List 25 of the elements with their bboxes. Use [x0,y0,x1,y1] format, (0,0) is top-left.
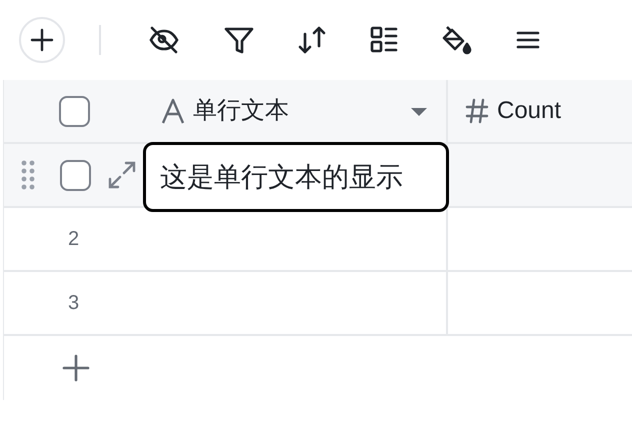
filter-icon[interactable] [224,26,254,54]
plus-icon [30,28,54,52]
plus-icon [62,354,90,382]
dropdown-caret-icon[interactable] [410,107,428,117]
hide-fields-icon[interactable] [148,26,180,54]
drag-handle-icon[interactable] [21,160,35,190]
add-row-button[interactable] [62,354,90,382]
table-cell[interactable] [141,272,448,336]
table-cell[interactable] [448,144,632,208]
number-field-icon [465,98,489,124]
expand-icon[interactable] [108,161,136,189]
row-number: 2 [68,227,80,252]
paint-bucket-icon[interactable] [442,25,472,55]
text-field-icon [161,98,185,124]
table-cell[interactable] [141,208,448,272]
column-header[interactable]: 单行文本 [193,93,289,129]
checkbox[interactable] [60,160,91,190]
add-button[interactable] [19,17,65,63]
sort-icon[interactable] [298,26,326,54]
column-header[interactable]: Count [497,93,562,129]
group-icon[interactable] [370,26,398,54]
menu-icon[interactable] [516,30,540,50]
input-field[interactable]: 这是单行文本的显示 [143,142,449,212]
checkbox[interactable] [59,96,90,126]
row-number: 3 [68,291,80,316]
